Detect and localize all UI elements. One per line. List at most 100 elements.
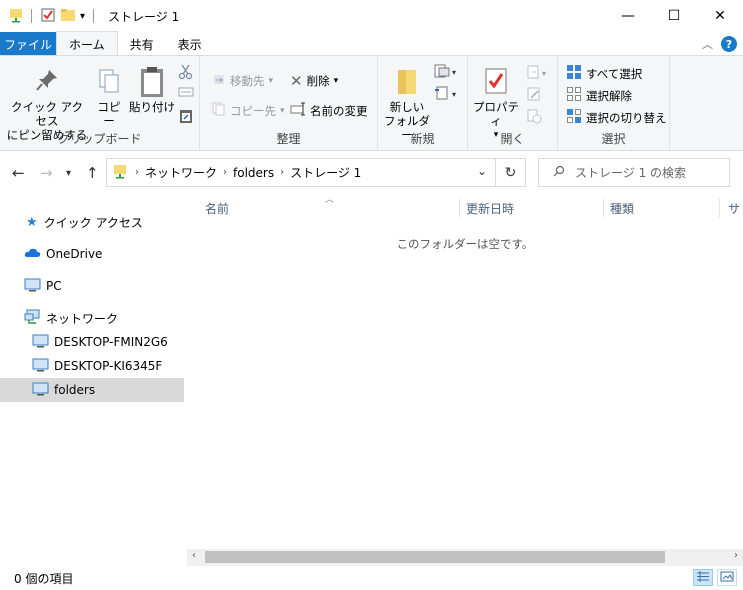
nav-item-pc[interactable]: PC: [0, 274, 184, 298]
move-to-button[interactable]: 移動先 ▾: [212, 72, 273, 89]
customize-qat-dropdown-icon[interactable]: ▾: [80, 11, 85, 22]
close-button[interactable]: ✕: [697, 0, 743, 32]
delete-button[interactable]: ✕ 削除 ▾: [290, 72, 338, 90]
nav-item-network[interactable]: ネットワーク: [0, 306, 184, 330]
scroll-left-arrow-icon[interactable]: ‹: [192, 550, 196, 561]
ribbon: クイック アクセス にピン留めする コピー 貼り付け クリップボード 移動先 ▾…: [0, 55, 743, 151]
ribbon-tabs: ファイル ホーム 共有 表示 ︿ ?: [0, 31, 743, 56]
tab-share[interactable]: 共有: [118, 32, 166, 56]
tab-file[interactable]: ファイル: [0, 32, 56, 56]
column-header-date-modified[interactable]: 更新日時: [466, 200, 514, 217]
edit-icon[interactable]: [526, 86, 542, 105]
qat-separator-2: [93, 9, 95, 23]
help-icon[interactable]: ?: [721, 36, 737, 52]
large-icons-view-icon: [720, 571, 734, 585]
column-divider[interactable]: [603, 198, 604, 218]
nav-item-desktop-ki6345f[interactable]: DESKTOP-KI6345F: [0, 354, 184, 378]
star-icon: ★: [26, 214, 38, 230]
invert-selection-button[interactable]: 選択の切り替え: [566, 108, 667, 127]
maximize-button[interactable]: ☐: [651, 0, 697, 32]
recent-locations-chevron-icon[interactable]: ▾: [66, 168, 71, 179]
column-header-name[interactable]: 名前: [205, 200, 229, 217]
copy-path-icon[interactable]: [178, 86, 194, 101]
new-group-label: 新規: [410, 132, 435, 146]
horizontal-scrollbar[interactable]: ‹ ›: [187, 549, 743, 566]
new-folder-icon: [382, 66, 432, 100]
file-list[interactable]: ︿ 名前 更新日時 種類 サ このフォルダーは空です。: [187, 194, 743, 549]
rename-button[interactable]: 名前の変更: [290, 102, 368, 119]
breadcrumb-chevron-icon[interactable]: ›: [280, 167, 284, 178]
nav-label-onedrive: OneDrive: [46, 247, 103, 261]
invert-selection-icon: [566, 108, 582, 127]
nav-label-quick-access: クイック アクセス: [43, 215, 143, 230]
refresh-icon[interactable]: ↻: [495, 159, 525, 186]
column-header-type[interactable]: 種類: [610, 200, 634, 217]
navigation-bar: ← → ▾ ↑ › ネットワーク › folders › ストレージ 1 ⌄ ↻…: [0, 152, 743, 194]
clipboard-group-label: クリップボード: [57, 132, 142, 146]
up-arrow-icon[interactable]: ↑: [86, 164, 99, 182]
column-divider[interactable]: [719, 198, 720, 218]
new-folder-label-1: 新しい: [389, 100, 425, 114]
organize-group: 移動先 ▾ コピー先 ▾ ✕ 削除 ▾ 名前の変更 整理: [200, 56, 378, 150]
cloud-icon: [24, 247, 41, 261]
address-bar[interactable]: › ネットワーク › folders › ストレージ 1 ⌄ ↻: [106, 158, 526, 187]
nav-item-onedrive[interactable]: OneDrive: [0, 242, 184, 266]
breadcrumb-storage[interactable]: ストレージ 1: [290, 164, 361, 181]
delete-label: 削除: [306, 74, 330, 88]
new-folder-qat-icon[interactable]: [60, 7, 76, 26]
select-none-button[interactable]: 選択解除: [566, 86, 632, 105]
breadcrumb-folders[interactable]: folders: [233, 166, 274, 180]
copy-button[interactable]: コピー: [92, 68, 126, 128]
move-to-icon: [212, 72, 226, 89]
select-all-button[interactable]: すべて選択: [566, 64, 642, 83]
scrollbar-thumb[interactable]: [205, 551, 665, 563]
breadcrumb-network[interactable]: ネットワーク: [145, 164, 217, 181]
svg-text:▾: ▾: [452, 68, 456, 77]
quick-access-toolbar: ▾ ストレージ 1: [0, 0, 179, 32]
nav-item-quick-access[interactable]: ★ クイック アクセス: [0, 210, 184, 234]
ribbon-collapse-icon[interactable]: ︿: [702, 36, 713, 52]
breadcrumb-chevron-icon[interactable]: ›: [223, 167, 227, 178]
pin-label-1: クイック アクセス: [10, 100, 84, 128]
nav-label-computer: DESKTOP-FMIN2G6: [54, 335, 168, 349]
svg-text:▾: ▾: [542, 69, 546, 78]
nav-item-folders[interactable]: folders: [0, 378, 184, 402]
computer-icon: [32, 358, 49, 375]
invert-selection-label: 選択の切り替え: [586, 110, 667, 125]
column-header-size[interactable]: サ: [728, 200, 740, 217]
move-to-label: 移動先: [230, 73, 265, 88]
paste-shortcut-icon[interactable]: [178, 108, 194, 127]
new-group: 新しい フォルダー ▾ ▾ 新規: [378, 56, 468, 150]
pin-icon: [6, 68, 88, 100]
new-item-icon[interactable]: ▾: [434, 64, 460, 81]
column-divider[interactable]: [459, 198, 460, 218]
open-group-label: 開く: [500, 132, 525, 146]
large-icons-view-button[interactable]: [717, 569, 737, 586]
rename-icon: [290, 102, 306, 119]
forward-arrow-icon[interactable]: →: [40, 164, 53, 182]
properties-qat-icon[interactable]: [40, 7, 56, 26]
select-group-label: 選択: [601, 132, 626, 146]
back-arrow-icon[interactable]: ←: [12, 164, 25, 182]
svg-text:▾: ▾: [452, 90, 456, 99]
cut-icon[interactable]: [178, 64, 194, 83]
copy-icon: [92, 68, 126, 100]
address-history-chevron-icon[interactable]: ⌄: [477, 164, 487, 178]
search-input[interactable]: ストレージ 1 の検索: [538, 158, 730, 187]
address-folder-icon: [113, 163, 127, 182]
history-icon[interactable]: [526, 108, 542, 127]
open-icon[interactable]: ▾: [526, 64, 552, 83]
paste-button[interactable]: 貼り付け: [128, 65, 176, 114]
tab-view[interactable]: 表示: [166, 32, 214, 56]
copy-to-label: コピー先: [230, 103, 276, 118]
scroll-right-arrow-icon[interactable]: ›: [734, 550, 738, 561]
minimize-button[interactable]: —: [605, 0, 651, 32]
easy-access-icon[interactable]: ▾: [434, 86, 460, 103]
nav-item-desktop-fmin2g6[interactable]: DESKTOP-FMIN2G6: [0, 330, 184, 354]
copy-to-dropdown-icon: ▾: [280, 105, 285, 116]
tab-home[interactable]: ホーム: [56, 31, 118, 56]
search-icon: [553, 165, 565, 180]
details-view-button[interactable]: [693, 569, 713, 586]
breadcrumb-chevron-icon[interactable]: ›: [135, 167, 139, 178]
copy-to-button[interactable]: コピー先 ▾: [212, 102, 285, 119]
